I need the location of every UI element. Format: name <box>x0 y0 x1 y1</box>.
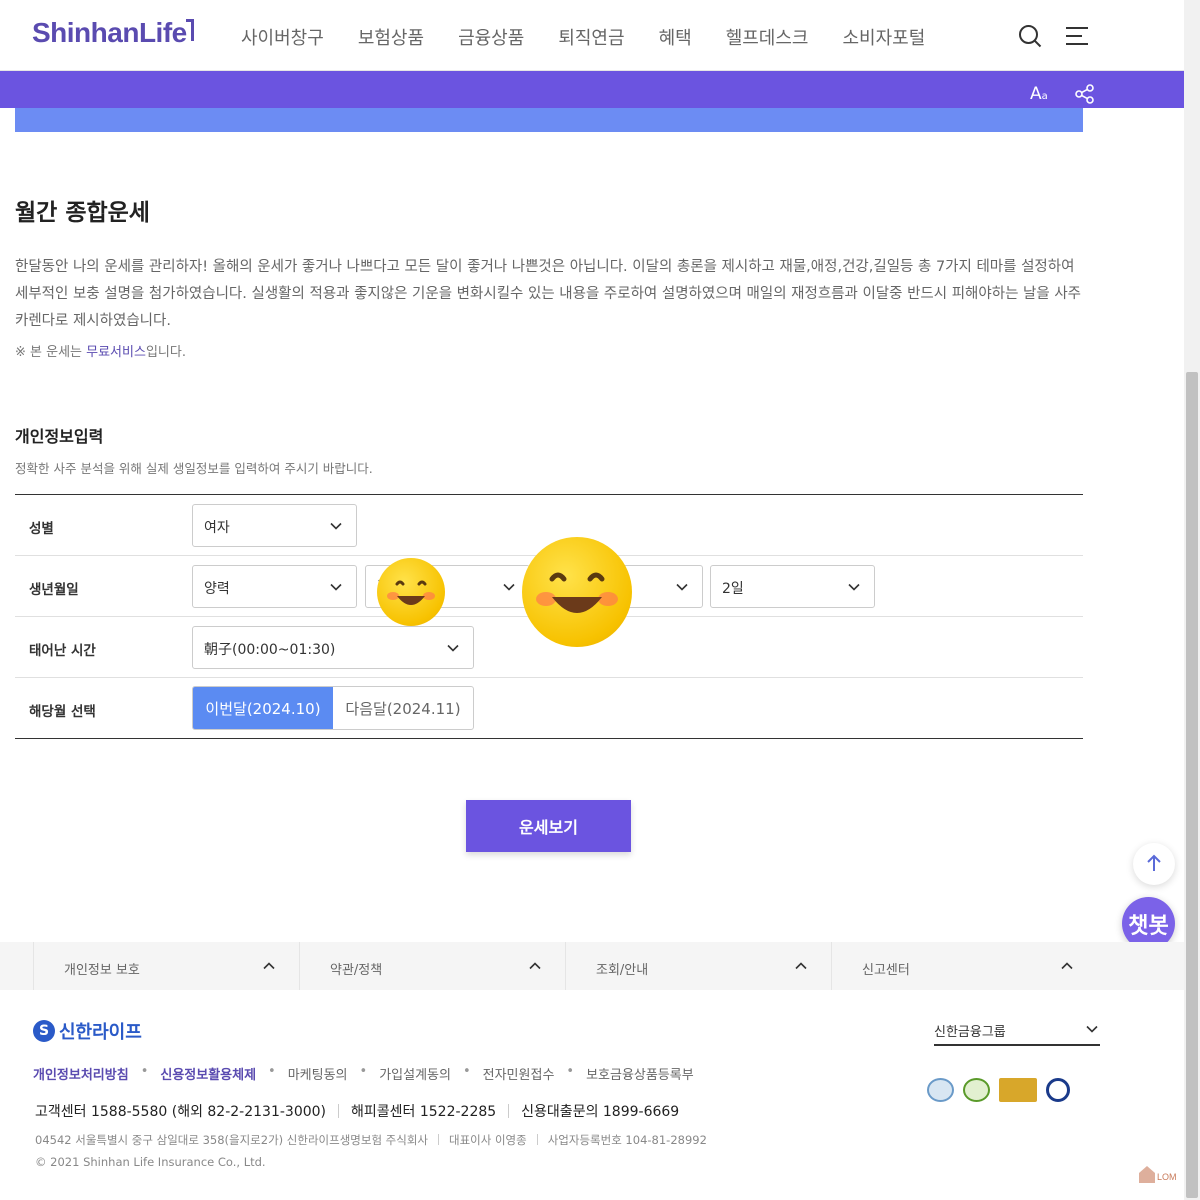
link-design-consent[interactable]: 가입설계동의 <box>379 1064 451 1083</box>
chevron-up-icon <box>263 962 275 970</box>
footer-tab-report-center[interactable]: 신고센터 <box>831 942 1097 990</box>
chevron-up-icon <box>529 962 541 970</box>
link-e-complaint[interactable]: 전자민원접수 <box>483 1064 555 1083</box>
logo-mark-icon <box>186 19 194 41</box>
main-nav: 사이버창구 보험상품 금융상품 퇴직연금 혜택 헬프데스크 소비자포털 <box>241 24 959 50</box>
copyright: © 2021 Shinhan Life Insurance Co., Ltd. <box>35 1155 266 1169</box>
nav-insurance-products[interactable]: 보험상품 <box>358 24 424 50</box>
this-month-option[interactable]: 이번달(2024.10) <box>193 687 333 729</box>
page-scrollbar[interactable] <box>1184 0 1200 1200</box>
award-badge-icon <box>999 1078 1037 1102</box>
fortune-submit-button[interactable]: 운세보기 <box>466 800 631 852</box>
footer-logo: S 신한라이프 <box>33 1018 142 1044</box>
page-title: 월간 종합운세 <box>15 200 150 226</box>
utility-bar <box>0 71 1184 108</box>
shinhanlife-logo[interactable]: ShinhanLife <box>32 17 187 49</box>
smiley-emoji-icon <box>377 558 445 626</box>
nav-help-desk[interactable]: 헬프데스크 <box>726 24 809 50</box>
lom-text: LOM <box>1157 1172 1177 1182</box>
chevron-down-icon <box>503 583 515 591</box>
search-icon[interactable] <box>1018 24 1042 48</box>
chevron-down-icon <box>848 583 860 591</box>
certification-badge-icon <box>927 1078 954 1102</box>
free-service-note: ※ 본 운세는 무료서비스입니다. <box>15 345 186 360</box>
section-description: 정확한 사주 분석을 위해 실제 생일정보를 입력하여 주시기 바랍니다. <box>15 461 373 476</box>
nav-financial-products[interactable]: 금융상품 <box>458 24 524 50</box>
happy-call-center[interactable]: 해피콜센터 1522-2285 <box>351 1101 496 1121</box>
site-header: ShinhanLife 사이버창구 보험상품 금융상품 퇴직연금 혜택 헬프데스… <box>0 0 1184 71</box>
customer-center[interactable]: 고객센터 1588-5580 (해외 82-2-2131-3000) <box>35 1101 326 1121</box>
footer-links: 개인정보처리방침 • 신용정보활용체제 • 마케팅동의 • 가입설계동의 • 전자민원접… <box>33 1064 694 1083</box>
chevron-up-icon <box>795 962 807 970</box>
smiley-emoji-icon <box>522 537 632 647</box>
gender-label: 성별 <box>29 521 54 537</box>
chevron-down-icon <box>330 583 342 591</box>
birth-time-select[interactable]: 朝子(00:00~01:30) <box>192 626 474 669</box>
chevron-down-icon <box>1086 1025 1098 1033</box>
certification-badge-icon <box>963 1078 990 1102</box>
birth-time-label: 태어난 시간 <box>29 643 96 659</box>
contact-info: 고객센터 1588-5580 (해외 82-2-2131-3000) 해피콜센터… <box>35 1101 679 1121</box>
nav-retirement-pension[interactable]: 퇴직연금 <box>558 24 624 50</box>
month-toggle: 이번달(2024.10) 다음달(2024.11) <box>192 686 474 730</box>
hamburger-menu-icon[interactable] <box>1066 26 1088 46</box>
scrollbar-thumb[interactable] <box>1186 372 1198 1198</box>
link-protected-products[interactable]: 보호금융상품등록부 <box>586 1064 694 1083</box>
birth-day-select[interactable]: 2일 <box>710 565 875 608</box>
month-select-row: 해당월 선택 이번달(2024.10) 다음달(2024.11) <box>15 678 1083 739</box>
loan-inquiry[interactable]: 신용대출문의 1899-6669 <box>521 1101 679 1121</box>
group-site-select[interactable]: 신한금융그룹 <box>934 1017 1100 1046</box>
certification-badges <box>927 1078 1079 1102</box>
share-icon[interactable] <box>1075 84 1095 104</box>
next-month-option[interactable]: 다음달(2024.11) <box>333 687 473 729</box>
calendar-type-select[interactable]: 양력 <box>192 565 357 608</box>
link-marketing-consent[interactable]: 마케팅동의 <box>288 1064 348 1083</box>
intro-text: 한달동안 나의 운세를 관리하자! 올해의 운세가 좋거나 나쁘다고 모든 달이… <box>15 259 1081 329</box>
ksqi-badge-icon <box>1046 1078 1070 1102</box>
footer-tabs: 개인정보 보호 약관/정책 조회/안내 신고센터 <box>0 942 1184 990</box>
link-credit-info[interactable]: 신용정보활용체제 <box>160 1064 256 1083</box>
chevron-down-icon <box>676 583 688 591</box>
shinhan-logo-icon: S <box>33 1020 55 1042</box>
font-size-icon[interactable]: Aa <box>1030 84 1048 104</box>
section-title: 개인정보입력 <box>15 427 104 446</box>
banner-strip <box>15 108 1083 132</box>
chevron-up-icon <box>1061 962 1073 970</box>
scroll-top-button[interactable] <box>1133 843 1175 885</box>
footer-tab-inquiry[interactable]: 조회/안내 <box>565 942 831 990</box>
chevron-down-icon <box>330 522 342 530</box>
footer-tab-privacy[interactable]: 개인정보 보호 <box>33 942 299 990</box>
footer-tab-terms[interactable]: 약관/정책 <box>299 942 565 990</box>
company-address: 04542 서울특별시 중구 삼일대로 358(을지로2가) 신한라이프생명보험… <box>35 1133 707 1147</box>
birthdate-label: 생년월일 <box>29 582 79 598</box>
link-privacy-policy[interactable]: 개인정보처리방침 <box>33 1064 129 1083</box>
nav-consumer-portal[interactable]: 소비자포털 <box>843 24 926 50</box>
nav-cyber-counter[interactable]: 사이버창구 <box>241 24 324 50</box>
chevron-down-icon <box>447 644 459 652</box>
lom-logo: LOM <box>1139 1166 1177 1183</box>
month-select-label: 해당월 선택 <box>29 704 96 720</box>
nav-benefits[interactable]: 혜택 <box>659 24 692 50</box>
gender-select[interactable]: 여자 <box>192 504 357 547</box>
